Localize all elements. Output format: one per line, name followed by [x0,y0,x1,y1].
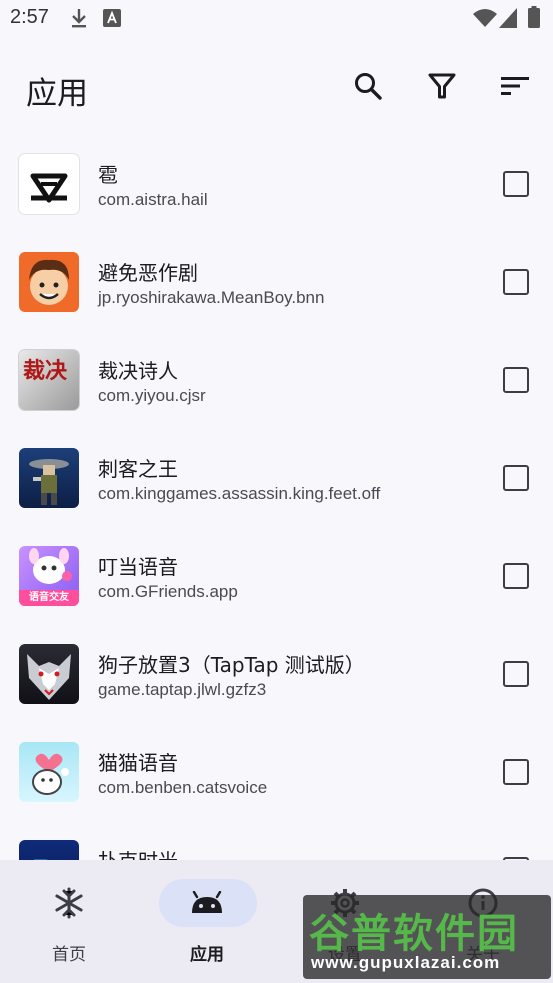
app-checkbox[interactable] [503,759,529,785]
app-icon-text: 裁决 [23,359,68,384]
app-package: com.benben.catsvoice [98,778,268,797]
app-notification-icon [103,9,121,31]
list-item[interactable]: 猫猫语音 com.benben.catsvoice [0,723,553,821]
app-name: 雹 [98,163,118,187]
app-checkbox[interactable] [503,367,529,393]
app-icon-meanboy [19,252,79,312]
battery-icon [528,6,540,32]
status-bar: 2:57 [0,0,553,38]
app-icon-assassin [19,448,79,508]
app-icon-poker: P [19,840,79,860]
app-package: com.GFriends.app [98,582,238,601]
sort-icon [501,75,529,101]
app-icon-catsvoice [19,742,79,802]
app-name: 裁决诗人 [98,359,178,383]
signal-icon [499,8,517,32]
app-name: 避免恶作剧 [98,261,198,285]
watermark: 谷普软件园 www.gupuxlazai.com [303,895,551,979]
app-icon-cjsr: 裁决 [19,350,79,410]
filter-icon [428,72,456,104]
app-checkbox[interactable] [503,563,529,589]
list-item[interactable]: 狗子放置3（TapTap 测试版） game.taptap.jlwl.gzfz3 [0,625,553,723]
search-icon [353,71,383,105]
app-checkbox[interactable] [503,661,529,687]
sort-button[interactable] [495,68,535,108]
top-app-bar: 应用 [0,50,553,130]
app-icon-text: 语音交友 [19,590,79,606]
app-name: 扑克时光 [98,845,178,860]
app-package: com.kinggames.assassin.king.feet.off [98,484,381,503]
list-item[interactable]: P 扑克时光 [0,821,553,860]
list-item[interactable]: 裁决 裁决诗人 com.yiyou.cjsr [0,331,553,429]
download-icon [69,7,89,33]
app-icon-gfriends: 语音交友 [19,546,79,606]
watermark-url: www.gupuxlazai.com [311,953,501,972]
list-item[interactable]: 语音交友 叮当语音 com.GFriends.app [0,527,553,625]
app-list: 雹 com.aistra.hail 避免恶作剧 jp.ryoshirakawa.… [0,135,553,860]
app-name: 叮当语音 [98,555,178,579]
nav-label: 首页 [52,945,86,965]
app-name: 狗子放置3（TapTap 测试版） [98,653,365,677]
status-time: 2:57 [10,6,49,28]
filter-button[interactable] [422,68,462,108]
page-title: 应用 [26,76,88,112]
search-button[interactable] [348,68,388,108]
app-package: jp.ryoshirakawa.MeanBoy.bnn [98,288,325,307]
nav-item-apps[interactable]: 应用 [138,860,276,983]
android-icon [188,886,226,920]
app-icon-hail [19,154,79,214]
app-checkbox[interactable] [503,171,529,197]
nav-label: 应用 [190,945,224,965]
list-item[interactable]: 刺客之王 com.kinggames.assassin.king.feet.of… [0,429,553,527]
app-name: 猫猫语音 [98,751,178,775]
svg-text:P: P [33,850,55,860]
list-item[interactable]: 避免恶作剧 jp.ryoshirakawa.MeanBoy.bnn [0,233,553,331]
watermark-title: 谷普软件园 [309,911,519,957]
app-checkbox[interactable] [503,465,529,491]
wifi-icon [473,8,497,32]
snowflake-icon [50,886,88,920]
app-checkbox[interactable] [503,269,529,295]
app-package: com.yiyou.cjsr [98,386,206,405]
app-name: 刺客之王 [98,457,178,481]
app-icon-wolf [19,644,79,704]
nav-item-home[interactable]: 首页 [0,860,138,983]
app-package: com.aistra.hail [98,190,208,209]
app-package: game.taptap.jlwl.gzfz3 [98,680,267,699]
list-item[interactable]: 雹 com.aistra.hail [0,135,553,233]
